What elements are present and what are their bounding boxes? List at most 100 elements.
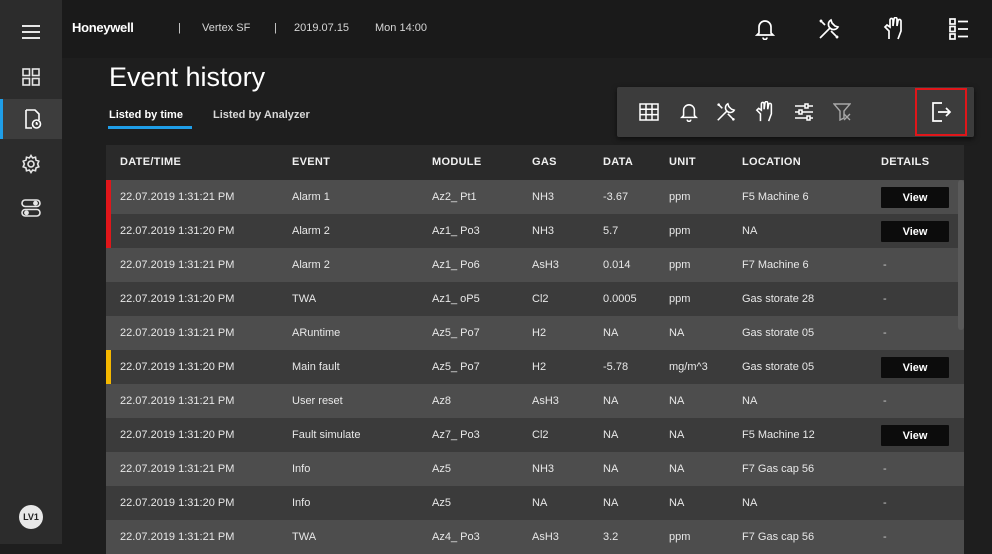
cell-location: NA (742, 395, 758, 407)
hand-icon[interactable] (879, 14, 909, 44)
cell-module: Az7_ Po3 (432, 429, 480, 441)
details-empty: - (883, 259, 887, 271)
cell-gas: Cl2 (532, 429, 549, 441)
cell-data: 3.2 (603, 531, 619, 543)
col-header-unit[interactable]: UNIT (669, 156, 696, 168)
cell-event: TWA (292, 531, 317, 543)
tab-listed-by-time[interactable]: Listed by time (109, 109, 183, 121)
header-date: 2019.07.15 (294, 22, 350, 34)
cell-data: NA (603, 463, 619, 475)
cell-event: TWA (292, 293, 317, 305)
cell-gas: Cl2 (532, 293, 549, 305)
cell-location: Gas storate 28 (742, 293, 815, 305)
cell-datetime: 22.07.2019 1:31:21 PM (120, 191, 235, 203)
sidebar: LV1 (0, 0, 62, 544)
user-level-badge[interactable]: LV1 (19, 505, 43, 529)
view-details-button[interactable]: View (881, 221, 949, 242)
view-details-button[interactable]: View (881, 187, 949, 208)
cell-data: -5.78 (603, 361, 629, 373)
cell-unit: NA (669, 463, 685, 475)
table-row[interactable]: 22.07.2019 1:31:20 PM TWA Az1_ oP5 Cl2 0.000… (106, 282, 964, 316)
table-row[interactable]: 22.07.2019 1:31:21 PM TWA Az4_ Po3 AsH3 3.2 p… (106, 520, 964, 554)
table-row[interactable]: 22.07.2019 1:31:21 PM Alarm 2 Az1_ Po6 AsH3… (106, 248, 964, 282)
event-history-icon[interactable] (0, 99, 62, 139)
cell-datetime: 22.07.2019 1:31:20 PM (120, 429, 235, 441)
dashboard-icon[interactable] (0, 57, 62, 97)
severity-marker (106, 350, 111, 384)
cell-location: Gas storate 05 (742, 327, 815, 339)
page-title: Event history (109, 62, 266, 92)
cell-unit: NA (669, 395, 685, 407)
table-row[interactable]: 22.07.2019 1:31:20 PM Main fault Az5_ Po7 H… (106, 350, 964, 384)
brand-logo: Honeywell (72, 20, 134, 35)
action-toolbar (617, 87, 974, 137)
site-name: Vertex SF (202, 22, 251, 34)
cell-module: Az5 (432, 463, 451, 475)
menu-icon[interactable] (0, 12, 62, 52)
cell-unit: NA (669, 429, 685, 441)
cell-unit: ppm (669, 531, 691, 543)
col-header-datetime[interactable]: DATE/TIME (120, 156, 181, 168)
table-row[interactable]: 22.07.2019 1:31:21 PM User reset Az8 AsH3 NA… (106, 384, 964, 418)
table-row[interactable]: 22.07.2019 1:31:21 PM Alarm 1 Az2_ Pt1 NH3 -… (106, 180, 964, 214)
cell-location: Gas storate 05 (742, 361, 815, 373)
details-empty: - (883, 395, 887, 407)
sliders-icon[interactable] (789, 97, 819, 127)
top-bar: Honeywell | Vertex SF | 2019.07.15 Mon 1… (62, 0, 992, 58)
cell-event: User reset (292, 395, 343, 407)
col-header-location[interactable]: LOCATION (742, 156, 801, 168)
cell-event: Alarm 2 (292, 225, 330, 237)
cell-location: F7 Gas cap 56 (742, 463, 815, 475)
table-row[interactable]: 22.07.2019 1:31:21 PM ARuntime Az5_ Po7 H2 N… (106, 316, 964, 350)
settings-icon[interactable] (0, 144, 62, 184)
cell-gas: AsH3 (532, 259, 559, 271)
details-empty: - (883, 497, 887, 509)
view-details-button[interactable]: View (881, 425, 949, 446)
cell-module: Az8 (432, 395, 451, 407)
cell-location: F5 Machine 6 (742, 191, 809, 203)
cell-gas: H2 (532, 327, 547, 339)
bell-icon[interactable] (674, 97, 704, 127)
cell-gas: H2 (532, 361, 547, 373)
col-header-data[interactable]: DATA (603, 156, 633, 168)
table-row[interactable]: 22.07.2019 1:31:20 PM Info Az5 NA NA NA NA - (106, 486, 964, 520)
cell-unit: ppm (669, 225, 691, 237)
col-header-gas[interactable]: GAS (532, 156, 557, 168)
cell-event: Alarm 2 (292, 259, 330, 271)
table-header: DATE/TIME EVENT MODULE GAS DATA UNIT LOC… (106, 145, 964, 180)
col-header-details[interactable]: DETAILS (881, 156, 929, 168)
details-empty: - (883, 463, 887, 475)
details-empty: - (883, 293, 887, 305)
hand-icon[interactable] (750, 97, 780, 127)
toggle-icon[interactable] (0, 188, 62, 228)
cell-location: F5 Machine 12 (742, 429, 815, 441)
cell-event: ARuntime (292, 327, 341, 339)
tools-icon[interactable] (814, 14, 844, 44)
table-row[interactable]: 22.07.2019 1:31:21 PM Info Az5 NH3 NA NA F7 Ga… (106, 452, 964, 486)
export-icon[interactable] (926, 97, 956, 127)
cell-gas: NH3 (532, 191, 555, 203)
view-details-button[interactable]: View (881, 357, 949, 378)
filter-clear-icon[interactable] (827, 97, 857, 127)
active-tab-indicator (108, 126, 192, 129)
cell-unit: mg/m^3 (669, 361, 708, 373)
cell-data: NA (603, 429, 619, 441)
col-header-event[interactable]: EVENT (292, 156, 330, 168)
cell-module: Az4_ Po3 (432, 531, 480, 543)
grid-icon[interactable] (634, 97, 664, 127)
cell-event: Alarm 1 (292, 191, 330, 203)
cell-data: NA (603, 327, 619, 339)
table-scrollbar[interactable] (958, 180, 964, 330)
tools-icon[interactable] (711, 97, 741, 127)
cell-gas: AsH3 (532, 395, 559, 407)
cell-datetime: 22.07.2019 1:31:21 PM (120, 327, 235, 339)
list-icon[interactable] (944, 14, 974, 44)
col-header-module[interactable]: MODULE (432, 156, 481, 168)
cell-datetime: 22.07.2019 1:31:20 PM (120, 225, 235, 237)
cell-module: Az1_ Po6 (432, 259, 480, 271)
bell-icon[interactable] (750, 14, 780, 44)
cell-gas: NH3 (532, 225, 555, 237)
table-row[interactable]: 22.07.2019 1:31:20 PM Fault simulate Az7_ … (106, 418, 964, 452)
tab-listed-by-analyzer[interactable]: Listed by Analyzer (213, 109, 310, 121)
table-row[interactable]: 22.07.2019 1:31:20 PM Alarm 2 Az1_ Po3 NH3 5… (106, 214, 964, 248)
